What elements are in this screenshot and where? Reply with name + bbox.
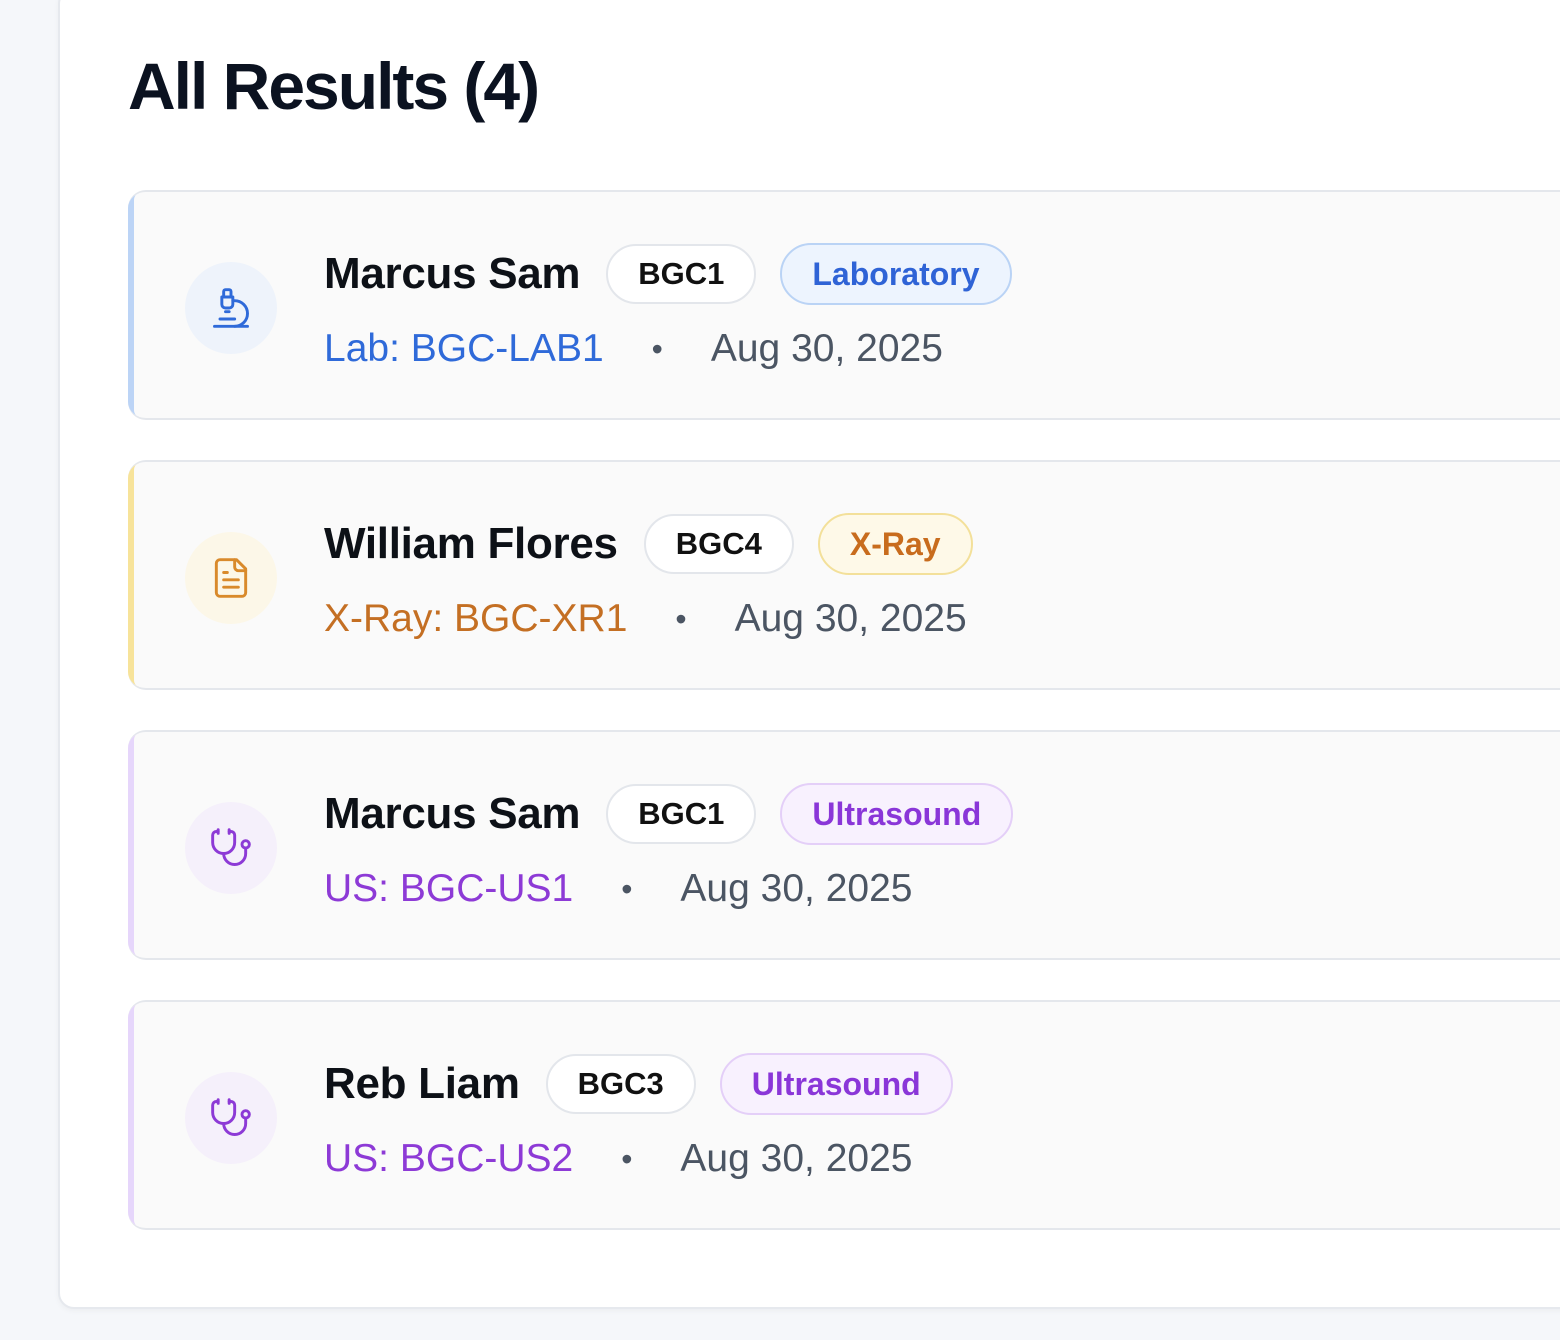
page-title: All Results (4) — [128, 49, 540, 123]
patient-name: William Flores — [324, 519, 618, 568]
result-type-badge: X-Ray — [817, 513, 973, 575]
result-card[interactable]: Marcus Sam BGC1 Ultrasound US: BGC-US1 •… — [128, 730, 1560, 960]
result-reference: X-Ray: BGC-XR1 — [324, 597, 628, 640]
patient-name: Marcus Sam — [324, 789, 581, 838]
document-icon — [185, 532, 277, 624]
result-card[interactable]: Reb Liam BGC3 Ultrasound US: BGC-US2 • A… — [128, 1000, 1560, 1230]
separator-dot: • — [621, 870, 633, 907]
patient-code-badge: BGC4 — [643, 514, 794, 574]
result-reference: US: BGC-US2 — [324, 1137, 574, 1180]
result-date: Aug 30, 2025 — [680, 1137, 913, 1180]
result-reference: Lab: BGC-LAB1 — [324, 327, 604, 370]
result-type-badge: Ultrasound — [719, 1053, 953, 1115]
result-card[interactable]: Marcus Sam BGC1 Laboratory Lab: BGC-LAB1… — [128, 190, 1560, 420]
stethoscope-icon — [185, 802, 277, 894]
patient-code-badge: BGC1 — [606, 244, 757, 304]
result-date: Aug 30, 2025 — [734, 597, 967, 640]
result-reference: US: BGC-US1 — [324, 867, 574, 910]
result-type-badge: Laboratory — [780, 243, 1012, 305]
patient-name: Marcus Sam — [324, 249, 581, 298]
result-date: Aug 30, 2025 — [710, 327, 943, 370]
stethoscope-icon — [185, 1072, 277, 1164]
result-date: Aug 30, 2025 — [680, 867, 913, 910]
microscope-icon — [185, 262, 277, 354]
result-type-badge: Ultrasound — [780, 783, 1014, 845]
patient-name: Reb Liam — [324, 1059, 520, 1108]
result-card[interactable]: William Flores BGC4 X-Ray X-Ray: BGC-XR1… — [128, 460, 1560, 690]
separator-dot: • — [675, 600, 687, 637]
patient-code-badge: BGC1 — [606, 784, 757, 844]
separator-dot: • — [651, 330, 663, 367]
separator-dot: • — [621, 1140, 633, 1177]
patient-code-badge: BGC3 — [545, 1054, 696, 1114]
